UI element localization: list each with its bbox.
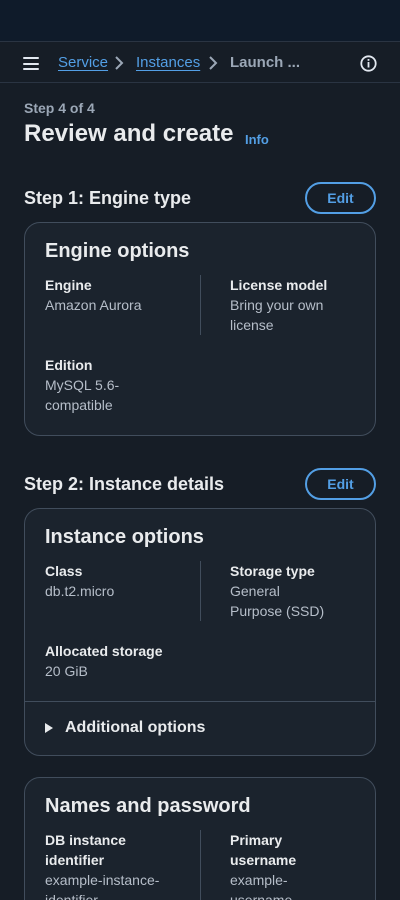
card-title: Instance options	[45, 526, 204, 548]
step-indicator: Step 4 of 4	[24, 100, 95, 116]
page-title: Review and create	[24, 120, 234, 147]
engine-options-card: Engine options Engine Amazon Aurora Lice…	[24, 222, 376, 436]
field-value-storage-type: General Purpose (SSD)	[230, 583, 325, 619]
names-and-password-card: Names and password DB instance identifie…	[24, 777, 376, 900]
info-link[interactable]: Info	[245, 132, 269, 147]
additional-options-expander[interactable]: Additional options	[45, 719, 205, 737]
field-value-edition: MySQL 5.6-compatible	[45, 377, 120, 413]
edit-engine-type-button[interactable]: Edit	[305, 182, 376, 214]
breadcrumb-service[interactable]: Service	[58, 54, 108, 71]
field-value-class: db.t2.micro	[45, 583, 115, 599]
column-divider	[200, 561, 201, 621]
field-label-db-instance-identifier: DB instance identifier	[45, 832, 126, 868]
card-divider	[25, 701, 375, 702]
field-value-db-instance-identifier: example-instance-identifier	[45, 872, 160, 900]
column-divider	[200, 830, 201, 900]
field-label-edition: Edition	[45, 357, 93, 373]
chevron-right-icon	[209, 56, 218, 70]
menu-icon[interactable]	[23, 57, 39, 70]
field-label-class: Class	[45, 563, 83, 579]
expander-label: Additional options	[65, 719, 206, 736]
field-label-primary-username: Primary username	[230, 832, 297, 868]
card-title: Engine options	[45, 240, 190, 262]
field-label-allocated-storage: Allocated storage	[45, 643, 163, 659]
breadcrumb-current: Launch ...	[230, 54, 301, 71]
field-value-license-model: Bring your own license	[230, 297, 324, 333]
section-title-engine-type: Step 1: Engine type	[24, 188, 192, 208]
field-label-license-model: License model	[230, 277, 328, 293]
chevron-right-icon	[115, 56, 124, 70]
top-navigation-bar	[0, 0, 400, 41]
field-value-engine: Amazon Aurora	[45, 297, 142, 313]
column-divider	[200, 275, 201, 335]
field-label-storage-type: Storage type	[230, 563, 315, 579]
breadcrumb-instances[interactable]: Instances	[136, 54, 200, 71]
section-title-instance-details: Step 2: Instance details	[24, 474, 225, 494]
card-title: Names and password	[45, 795, 251, 817]
field-value-primary-username: example-username	[230, 872, 293, 900]
info-icon[interactable]	[360, 55, 377, 72]
caret-right-icon	[45, 723, 53, 733]
edit-instance-details-button[interactable]: Edit	[305, 468, 376, 500]
breadcrumb-bar: Service Instances Launch ...	[0, 41, 400, 83]
field-label-engine: Engine	[45, 277, 92, 293]
field-value-allocated-storage: 20 GiB	[45, 663, 88, 679]
instance-options-card: Instance options Class db.t2.micro Stora…	[24, 508, 376, 756]
